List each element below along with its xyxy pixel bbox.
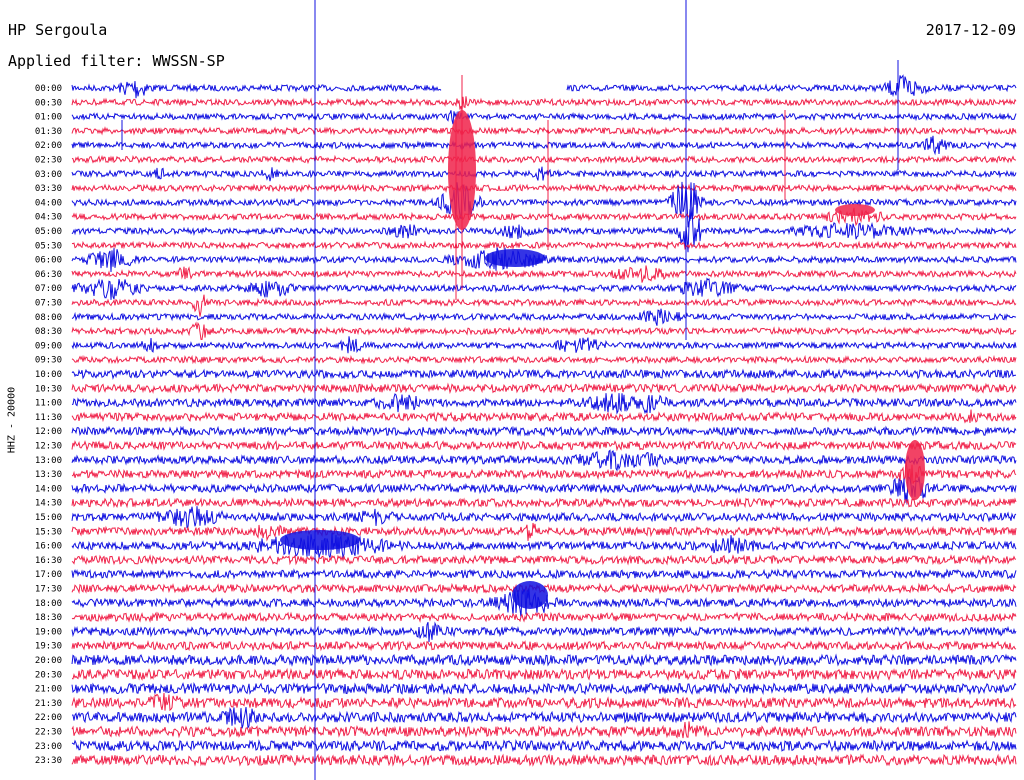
trace-row [71, 294, 1017, 317]
trace-row [71, 110, 1017, 125]
row-time-label: 14:00 [35, 484, 62, 494]
trace-group [71, 74, 1017, 767]
row-time-label: 13:30 [35, 470, 62, 480]
row-time-label: 12:30 [35, 442, 62, 452]
row-time-label: 03:00 [35, 170, 62, 180]
trace-row [71, 393, 1017, 415]
trace-row [71, 382, 1017, 395]
trace-row [71, 181, 1017, 228]
row-time-label: 18:00 [35, 599, 62, 609]
row-time-label: 23:30 [35, 756, 62, 766]
trace-row [71, 183, 1017, 193]
row-time-label: 03:30 [35, 184, 62, 194]
trace-row [71, 74, 1017, 99]
row-time-label: 16:00 [35, 542, 62, 552]
trace-row [71, 135, 1017, 156]
row-time-label: 16:30 [35, 556, 62, 566]
row-time-label: 20:30 [35, 670, 62, 680]
row-time-label: 21:00 [35, 685, 62, 695]
row-time-label: 07:00 [35, 284, 62, 294]
trace-row [71, 265, 1017, 283]
event-burst [512, 581, 548, 609]
trace-row [71, 653, 1017, 667]
trace-row [71, 496, 1017, 509]
row-time-label: 12:00 [35, 427, 62, 437]
trace-row [71, 126, 1017, 136]
trace-row [71, 681, 1017, 696]
row-time-label: 04:00 [35, 198, 62, 208]
trace-row [71, 368, 1016, 380]
trace-row [71, 706, 1017, 730]
row-time-label: 20:00 [35, 656, 62, 666]
trace-row [71, 522, 1017, 542]
trace-row [71, 532, 1017, 560]
row-time-label: 09:30 [35, 356, 62, 366]
trace-row [71, 277, 1017, 300]
trace-row [71, 425, 1017, 437]
row-time-label: 00:30 [35, 98, 62, 108]
row-time-label: 22:30 [35, 728, 62, 738]
row-time-label: 06:30 [35, 270, 62, 280]
row-time-label: 15:30 [35, 527, 62, 537]
row-time-label: 04:30 [35, 213, 62, 223]
row-time-label: 06:00 [35, 256, 62, 266]
event-burst [485, 249, 545, 267]
row-time-label: 14:30 [35, 499, 62, 509]
trace-row [71, 640, 1017, 652]
row-time-label: 00:00 [35, 84, 62, 94]
row-time-label: 10:00 [35, 370, 62, 380]
trace-row [71, 321, 1017, 341]
row-time-label: 01:30 [35, 127, 62, 137]
row-time-label: 05:30 [35, 241, 62, 251]
row-time-label: 09:00 [35, 341, 62, 351]
event-burst [448, 110, 476, 230]
trace-row [71, 166, 1017, 182]
trace-row [71, 568, 1017, 580]
row-time-label: 01:00 [35, 113, 62, 123]
row-time-label: 23:00 [35, 742, 62, 752]
row-time-label: 13:00 [35, 456, 62, 466]
row-time-label: 02:30 [35, 156, 62, 166]
trace-row [71, 506, 1017, 529]
trace-row [71, 721, 1017, 739]
row-label-group: 00:00 00:30 01:00 01:30 02:00 02:30 03:00 03:30… [35, 84, 62, 766]
row-time-label: 22:00 [35, 713, 62, 723]
trace-row [71, 439, 1017, 452]
trace-row [71, 554, 1017, 566]
row-time-label: 21:30 [35, 699, 62, 709]
row-time-label: 18:30 [35, 613, 62, 623]
row-time-label: 08:00 [35, 313, 62, 323]
trace-row [71, 449, 1017, 472]
trace-row [71, 336, 1017, 354]
row-time-label: 10:30 [35, 384, 62, 394]
row-time-label: 02:00 [35, 141, 62, 151]
helicorder-plot: 00:00 00:30 01:00 01:30 02:00 02:30 03:00 03:30… [35, 0, 1017, 780]
trace-row [71, 738, 1017, 753]
row-time-label: 11:00 [35, 399, 62, 409]
event-burst [280, 530, 360, 550]
trace-row [71, 611, 1017, 623]
trace-row [71, 667, 1017, 682]
trace-row [71, 461, 1017, 486]
row-time-label: 08:30 [35, 327, 62, 337]
row-time-label: 17:30 [35, 585, 62, 595]
trace-row [71, 753, 1017, 767]
row-time-label: 17:00 [35, 570, 62, 580]
row-time-label: 07:30 [35, 299, 62, 309]
trace-row [71, 692, 1017, 712]
row-time-label: 05:00 [35, 227, 62, 237]
trace-row [71, 96, 1017, 112]
event-burst [905, 440, 925, 500]
trace-row [71, 621, 1017, 643]
row-time-label: 11:30 [35, 413, 62, 423]
event-burst [835, 204, 875, 216]
trace-row [71, 154, 1017, 165]
row-time-label: 19:00 [35, 627, 62, 637]
trace-row [71, 409, 1017, 424]
trace-row [71, 240, 1017, 251]
row-time-label: 15:00 [35, 513, 62, 523]
trace-row [71, 308, 1017, 326]
trace-row [71, 354, 1017, 365]
row-time-label: 19:30 [35, 642, 62, 652]
